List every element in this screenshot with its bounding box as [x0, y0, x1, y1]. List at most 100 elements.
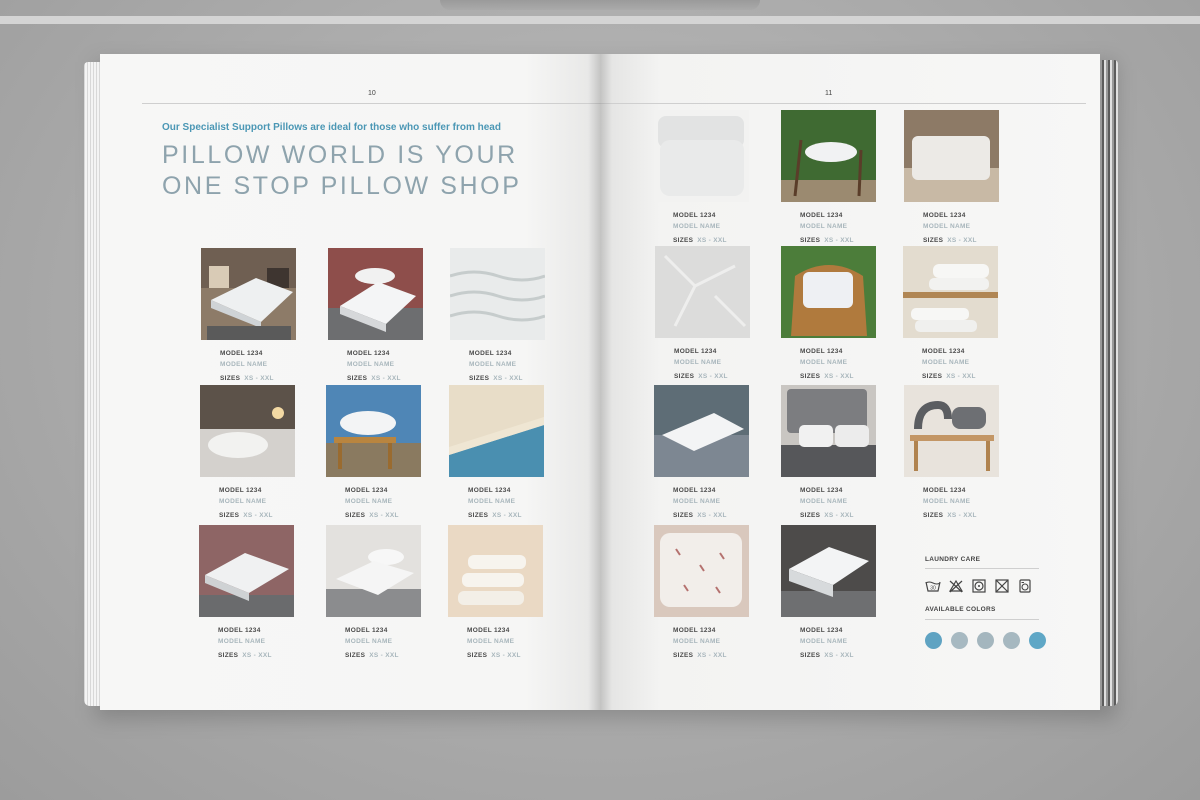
product-sizes: SIZES XS - XXL	[673, 237, 750, 244]
product-model: MODEL 1234	[674, 348, 717, 355]
product-photo-white-pillows[interactable]	[654, 110, 749, 202]
sizes-value: XS - XXL	[947, 237, 977, 244]
product-photo-bedroom-lamp[interactable]	[200, 385, 295, 477]
product-photo-pillow-stack[interactable]	[903, 246, 998, 338]
product-card[interactable]: MODEL 1234 MODEL NAME SIZES XS - XXL	[326, 525, 422, 659]
product-photo-wicker-chair[interactable]	[781, 246, 876, 338]
product-card[interactable]: MODEL 1234 MODEL NAME SIZES XS - XXL	[781, 110, 877, 244]
product-sizes: SIZES XS - XXL	[673, 652, 750, 659]
product-photo-grey-bed[interactable]	[326, 525, 421, 617]
sizes-label: SIZES	[219, 512, 240, 519]
product-photo-garden-chair[interactable]	[781, 110, 876, 202]
no-dry-clean-icon	[995, 579, 1009, 593]
product-card[interactable]: MODEL 1234 MODEL NAME SIZES XS - XXL	[449, 385, 545, 519]
product-model: MODEL 1234	[922, 348, 965, 355]
product-name: MODEL NAME	[673, 498, 721, 505]
product-sizes: SIZES XS - XXL	[468, 512, 545, 519]
product-photo-contour-pillows[interactable]	[448, 525, 543, 617]
product-name: MODEL NAME	[673, 223, 721, 230]
product-card[interactable]: MODEL 1234 MODEL NAME SIZES XS - XXL	[654, 525, 750, 659]
product-card[interactable]: MODEL 1234 MODEL NAME SIZES XS - XXL	[200, 385, 296, 519]
product-card[interactable]: MODEL 1234 MODEL NAME SIZES XS - XXL	[903, 246, 999, 380]
product-card[interactable]: MODEL 1234 MODEL NAME SIZES XS - XXL	[904, 385, 1000, 519]
product-photo-fabric-closeup[interactable]	[655, 246, 750, 338]
sizes-label: SIZES	[469, 375, 490, 382]
product-model: MODEL 1234	[220, 350, 263, 357]
product-name: MODEL NAME	[467, 638, 515, 645]
header-rule-right	[600, 103, 1086, 104]
product-model: MODEL 1234	[800, 627, 843, 634]
page-headline: PILLOW WORLD IS YOUR ONE STOP PILLOW SHO…	[162, 140, 522, 202]
product-photo-tufted-headboard[interactable]	[781, 385, 876, 477]
product-model: MODEL 1234	[800, 487, 843, 494]
sizes-label: SIZES	[220, 375, 241, 382]
product-photo-bed-quilt[interactable]	[201, 248, 296, 340]
product-model: MODEL 1234	[347, 350, 390, 357]
laundry-care-rule	[925, 568, 1039, 569]
product-photo-floral-pillow[interactable]	[654, 525, 749, 617]
sizes-label: SIZES	[345, 512, 366, 519]
product-model: MODEL 1234	[218, 627, 261, 634]
product-sizes: SIZES XS - XXL	[800, 652, 877, 659]
product-card[interactable]: MODEL 1234 MODEL NAME SIZES XS - XXL	[655, 246, 751, 380]
product-photo-quilted-mattress[interactable]	[199, 525, 294, 617]
product-card[interactable]: MODEL 1234 MODEL NAME SIZES XS - XXL	[904, 110, 1000, 244]
sizes-value: XS - XXL	[946, 373, 976, 380]
sizes-value: XS - XXL	[243, 512, 273, 519]
product-card[interactable]: MODEL 1234 MODEL NAME SIZES XS - XXL	[654, 110, 750, 244]
color-swatch[interactable]	[951, 632, 968, 649]
available-colors-title: AVAILABLE COLORS	[925, 606, 996, 613]
sizes-value: XS - XXL	[371, 375, 401, 382]
product-model: MODEL 1234	[800, 348, 843, 355]
product-model: MODEL 1234	[469, 350, 512, 357]
product-sizes: SIZES XS - XXL	[673, 512, 750, 519]
intro-text: Our Specialist Support Pillows are ideal…	[162, 122, 501, 133]
product-photo-lake-bench[interactable]	[326, 385, 421, 477]
product-sizes: SIZES XS - XXL	[800, 373, 877, 380]
left-page[interactable]: 10 Our Specialist Support Pillows are id…	[100, 54, 600, 710]
svg-text:30: 30	[930, 586, 936, 592]
sizes-label: SIZES	[674, 373, 695, 380]
product-model: MODEL 1234	[673, 627, 716, 634]
background-shelf	[0, 16, 1200, 24]
color-swatch[interactable]	[977, 632, 994, 649]
page-number-left: 10	[368, 90, 376, 97]
sizes-label: SIZES	[923, 512, 944, 519]
sizes-label: SIZES	[218, 652, 239, 659]
sizes-value: XS - XXL	[244, 375, 274, 382]
product-photo-headboard-pillow[interactable]	[904, 110, 999, 202]
sizes-value: XS - XXL	[697, 237, 727, 244]
product-sizes: SIZES XS - XXL	[923, 237, 1000, 244]
product-name: MODEL NAME	[673, 638, 721, 645]
product-card[interactable]: MODEL 1234 MODEL NAME SIZES XS - XXL	[654, 385, 750, 519]
product-photo-wool-fleece[interactable]	[449, 385, 544, 477]
sizes-value: XS - XXL	[369, 652, 399, 659]
product-card[interactable]: MODEL 1234 MODEL NAME SIZES XS - XXL	[781, 525, 877, 659]
product-card[interactable]: MODEL 1234 MODEL NAME SIZES XS - XXL	[448, 525, 544, 659]
sizes-value: XS - XXL	[242, 652, 272, 659]
product-card[interactable]: MODEL 1234 MODEL NAME SIZES XS - XXL	[328, 248, 424, 382]
product-photo-quilt-texture[interactable]	[450, 248, 545, 340]
sizes-value: XS - XXL	[492, 512, 522, 519]
product-card[interactable]: MODEL 1234 MODEL NAME SIZES XS - XXL	[326, 385, 422, 519]
product-photo-travel-pillows[interactable]	[904, 385, 999, 477]
product-sizes: SIZES XS - XXL	[220, 375, 297, 382]
right-page[interactable]: 11 MODEL 1234 MODEL NAME SIZES XS - XXL M…	[600, 54, 1100, 710]
sizes-value: XS - XXL	[824, 652, 854, 659]
product-card[interactable]: MODEL 1234 MODEL NAME SIZES XS - XXL	[450, 248, 546, 382]
sizes-label: SIZES	[800, 373, 821, 380]
product-card[interactable]: MODEL 1234 MODEL NAME SIZES XS - XXL	[781, 246, 877, 380]
product-photo-grey-bed-pillow[interactable]	[654, 385, 749, 477]
product-card[interactable]: MODEL 1234 MODEL NAME SIZES XS - XXL	[199, 525, 295, 659]
color-swatch[interactable]	[1029, 632, 1046, 649]
color-swatch[interactable]	[1003, 632, 1020, 649]
product-photo-down-duvet[interactable]	[781, 525, 876, 617]
color-swatch[interactable]	[925, 632, 942, 649]
product-card[interactable]: MODEL 1234 MODEL NAME SIZES XS - XXL	[781, 385, 877, 519]
product-name: MODEL NAME	[800, 638, 848, 645]
sizes-label: SIZES	[347, 375, 368, 382]
product-card[interactable]: MODEL 1234 MODEL NAME SIZES XS - XXL	[201, 248, 297, 382]
sizes-label: SIZES	[673, 237, 694, 244]
product-model: MODEL 1234	[800, 212, 843, 219]
product-photo-duvet-red-wall[interactable]	[328, 248, 423, 340]
